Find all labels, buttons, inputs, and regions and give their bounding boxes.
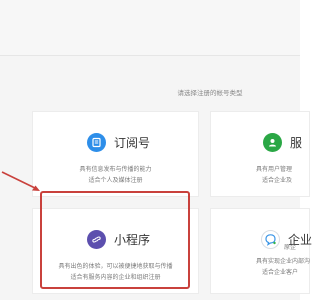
subscription-desc-line-2: 适合个人及媒体注册 — [88, 177, 143, 184]
chat-bubble-icon — [261, 230, 280, 249]
subscription-card-header: 订阅号 — [87, 133, 150, 152]
enterprise-card[interactable]: 企业 原企 具有实现企业内部沟 适合企业客户 — [210, 208, 312, 294]
document-icon — [87, 133, 106, 152]
enterprise-subtitle: 原企 — [284, 244, 297, 251]
top-bar — [0, 0, 300, 56]
account-type-prompt: 请选择注册的帐号类型 — [177, 89, 243, 97]
enterprise-desc-line-1: 具有实现企业内部沟 — [256, 258, 311, 265]
service-card-header: 服 — [263, 133, 302, 152]
service-title: 服 — [290, 136, 303, 150]
subscription-desc-line-1: 具有信息发布与传播的能力 — [79, 166, 152, 173]
red-arrow-icon — [1, 171, 40, 191]
enterprise-desc-line-2: 适合企业客户 — [262, 269, 299, 276]
subscription-card[interactable]: 订阅号 具有信息发布与传播的能力 适合个人及媒体注册 — [32, 111, 199, 197]
service-desc-line-1: 具有用户管理 — [256, 166, 293, 173]
highlight-box — [40, 191, 190, 289]
subscription-title: 订阅号 — [114, 136, 151, 150]
user-icon — [263, 133, 282, 152]
service-account-card[interactable]: 服 具有用户管理 适合企业及 — [210, 111, 310, 197]
service-desc-line-2: 适合企业及 — [262, 177, 293, 184]
